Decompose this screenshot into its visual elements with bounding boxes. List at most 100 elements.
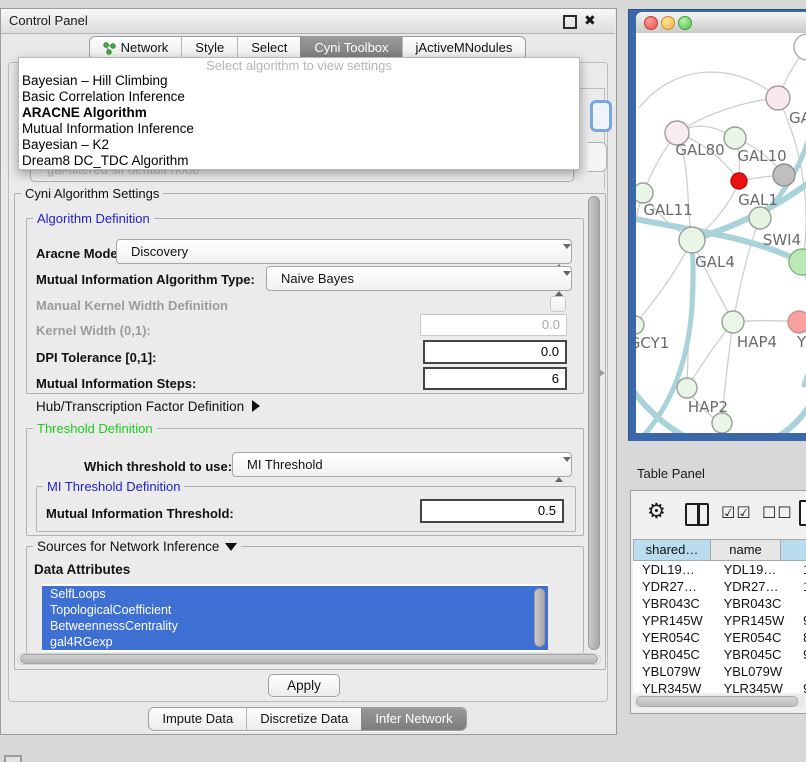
- table-header: shared… name: [633, 539, 806, 561]
- table-row[interactable]: YBR043CYBR043C: [633, 595, 806, 612]
- tab-network[interactable]: Network: [90, 37, 182, 59]
- table-cell: YER054C: [721, 629, 794, 646]
- network-node[interactable]: [712, 413, 732, 433]
- select-all-checkboxes-icon[interactable]: ☑☑: [721, 503, 752, 523]
- table-cell: YBR043C: [633, 595, 721, 612]
- network-window-titlebar[interactable]: [636, 12, 806, 34]
- mi-type-value: Naive Bayes: [281, 271, 354, 286]
- table-row[interactable]: YLR345WYLR345W9.: [633, 680, 806, 693]
- network-node[interactable]: [766, 86, 790, 110]
- network-node[interactable]: [722, 311, 744, 333]
- network-node[interactable]: [677, 378, 697, 398]
- table-horizontal-scrollbar[interactable]: [633, 695, 805, 707]
- table-row[interactable]: YER054CYER054C8.: [633, 629, 806, 646]
- sources-group-title[interactable]: Sources for Network Inference: [33, 539, 241, 554]
- tab-style[interactable]: Style: [181, 37, 237, 59]
- dock-panel-icon[interactable]: [4, 755, 22, 762]
- settings-vertical-scrollbar[interactable]: [588, 196, 600, 650]
- mi-threshold-field[interactable]: 0.5: [420, 499, 564, 523]
- horizontal-scroll-thumb[interactable]: [20, 654, 598, 664]
- float-window-icon[interactable]: [563, 15, 577, 29]
- table-scroll-thumb[interactable]: [636, 696, 798, 707]
- apply-button[interactable]: Apply: [268, 674, 340, 697]
- kernel-width-field[interactable]: 0.0: [420, 314, 567, 336]
- tab-cyni-toolbox[interactable]: Cyni Toolbox: [300, 37, 401, 59]
- settings-gear-icon[interactable]: ⚙: [647, 501, 666, 522]
- network-canvas[interactable]: GALGAL80GAL10GAL1GAL11SWI4GAL4GCY1HAP4YH…: [636, 33, 806, 433]
- mi-steps-field[interactable]: 6: [423, 367, 567, 390]
- columns-icon[interactable]: [685, 503, 709, 526]
- settings-horizontal-scrollbar[interactable]: [17, 653, 601, 665]
- document-icon[interactable]: [799, 500, 806, 526]
- table-row[interactable]: YPR145WYPR145W9.: [633, 612, 806, 629]
- attribute-item[interactable]: TopologicalCoefficient: [42, 602, 548, 618]
- network-node-label: GAL10: [737, 147, 786, 165]
- dropdown-item-selected[interactable]: ARACNE Algorithm: [19, 105, 579, 121]
- table-row[interactable]: YBL079WYBL079W: [633, 663, 806, 680]
- network-node[interactable]: [636, 316, 644, 334]
- tab-jactivemnodules[interactable]: jActiveMNodules: [402, 37, 526, 59]
- network-node[interactable]: [679, 227, 705, 253]
- manual-kernel-label: Manual Kernel Width Definition: [36, 298, 228, 313]
- dropdown-item[interactable]: Mutual Information Inference: [19, 121, 579, 137]
- dropdown-placeholder: Select algorithm to view settings: [19, 58, 579, 73]
- dropdown-item[interactable]: Dream8 DC_TDC Algorithm: [19, 153, 579, 169]
- mi-type-combo[interactable]: Naive Bayes: [266, 266, 572, 291]
- data-attributes-label: Data Attributes: [34, 562, 130, 577]
- table-cell: 13: [793, 561, 806, 578]
- network-node[interactable]: [773, 164, 795, 186]
- focused-combo-fragment[interactable]: [590, 100, 612, 132]
- network-node[interactable]: [724, 127, 746, 149]
- zoom-traffic-light[interactable]: [678, 16, 692, 30]
- minimize-traffic-light[interactable]: [661, 16, 675, 30]
- hub-definition-expander[interactable]: Hub/Transcription Factor Definition: [36, 399, 260, 414]
- panel-splitter-arrow[interactable]: [599, 369, 605, 377]
- table-cell: YDR27…: [633, 578, 721, 595]
- column-header-shared-name[interactable]: shared…: [633, 539, 711, 561]
- table-cell: YDR27…: [721, 578, 794, 595]
- network-node[interactable]: [794, 34, 806, 60]
- column-header-name[interactable]: name: [711, 539, 781, 561]
- dropdown-item[interactable]: Bayesian – Hill Climbing: [19, 73, 579, 89]
- combo-fragment[interactable]: [588, 142, 607, 172]
- which-threshold-value: MI Threshold: [247, 457, 323, 472]
- table-row[interactable]: YDR27…YDR27…12: [633, 578, 806, 595]
- dpi-tolerance-field[interactable]: 0.0: [423, 340, 567, 364]
- network-node-label: GAL4: [695, 253, 735, 271]
- network-node[interactable]: [636, 183, 653, 203]
- tab-impute-label: Impute Data: [162, 708, 233, 730]
- network-node[interactable]: [731, 173, 747, 189]
- tab-discretize-data[interactable]: Discretize Data: [246, 708, 361, 730]
- network-node[interactable]: [788, 311, 806, 333]
- deselect-all-checkboxes-icon[interactable]: ☐☐: [762, 503, 793, 523]
- tab-infer-network[interactable]: Infer Network: [361, 708, 465, 730]
- column-header-partial[interactable]: [781, 539, 806, 561]
- table-cell: YPR145W: [633, 612, 721, 629]
- attribute-item[interactable]: gal4RGexp: [42, 634, 548, 650]
- table-row[interactable]: YDL19…YDL19…13: [633, 561, 806, 578]
- aracne-mode-combo[interactable]: Discovery: [116, 239, 572, 264]
- table-row[interactable]: YBR045CYBR045C9.: [633, 646, 806, 663]
- aracne-mode-label: Aracne Mode:: [36, 246, 122, 261]
- table-cell: 8.: [793, 629, 806, 646]
- tab-select[interactable]: Select: [237, 37, 300, 59]
- attribute-item[interactable]: SelfLoops: [42, 586, 548, 602]
- table-cell: YDL19…: [721, 561, 794, 578]
- table-cell: 9.: [793, 680, 806, 693]
- stepper-icon: [555, 245, 564, 268]
- expander-arrow-icon: [252, 400, 260, 412]
- manual-kernel-checkbox[interactable]: [550, 296, 566, 312]
- dropdown-item[interactable]: Bayesian – K2: [19, 137, 579, 153]
- dropdown-item[interactable]: Basic Correlation Inference: [19, 89, 579, 105]
- network-graph: GALGAL80GAL10GAL1GAL11SWI4GAL4GCY1HAP4YH…: [636, 33, 806, 433]
- tab-impute-data[interactable]: Impute Data: [149, 708, 246, 730]
- network-node[interactable]: [749, 207, 771, 229]
- attribute-list-scrollbar[interactable]: [534, 588, 545, 647]
- close-icon[interactable]: ✖: [584, 12, 596, 29]
- table-cell: YBR045C: [721, 646, 794, 663]
- attribute-item[interactable]: BetweennessCentrality: [42, 618, 548, 634]
- close-traffic-light[interactable]: [644, 16, 658, 30]
- control-panel-titlebar: [1, 9, 615, 34]
- network-node[interactable]: [789, 249, 806, 275]
- which-threshold-combo[interactable]: MI Threshold: [232, 452, 572, 477]
